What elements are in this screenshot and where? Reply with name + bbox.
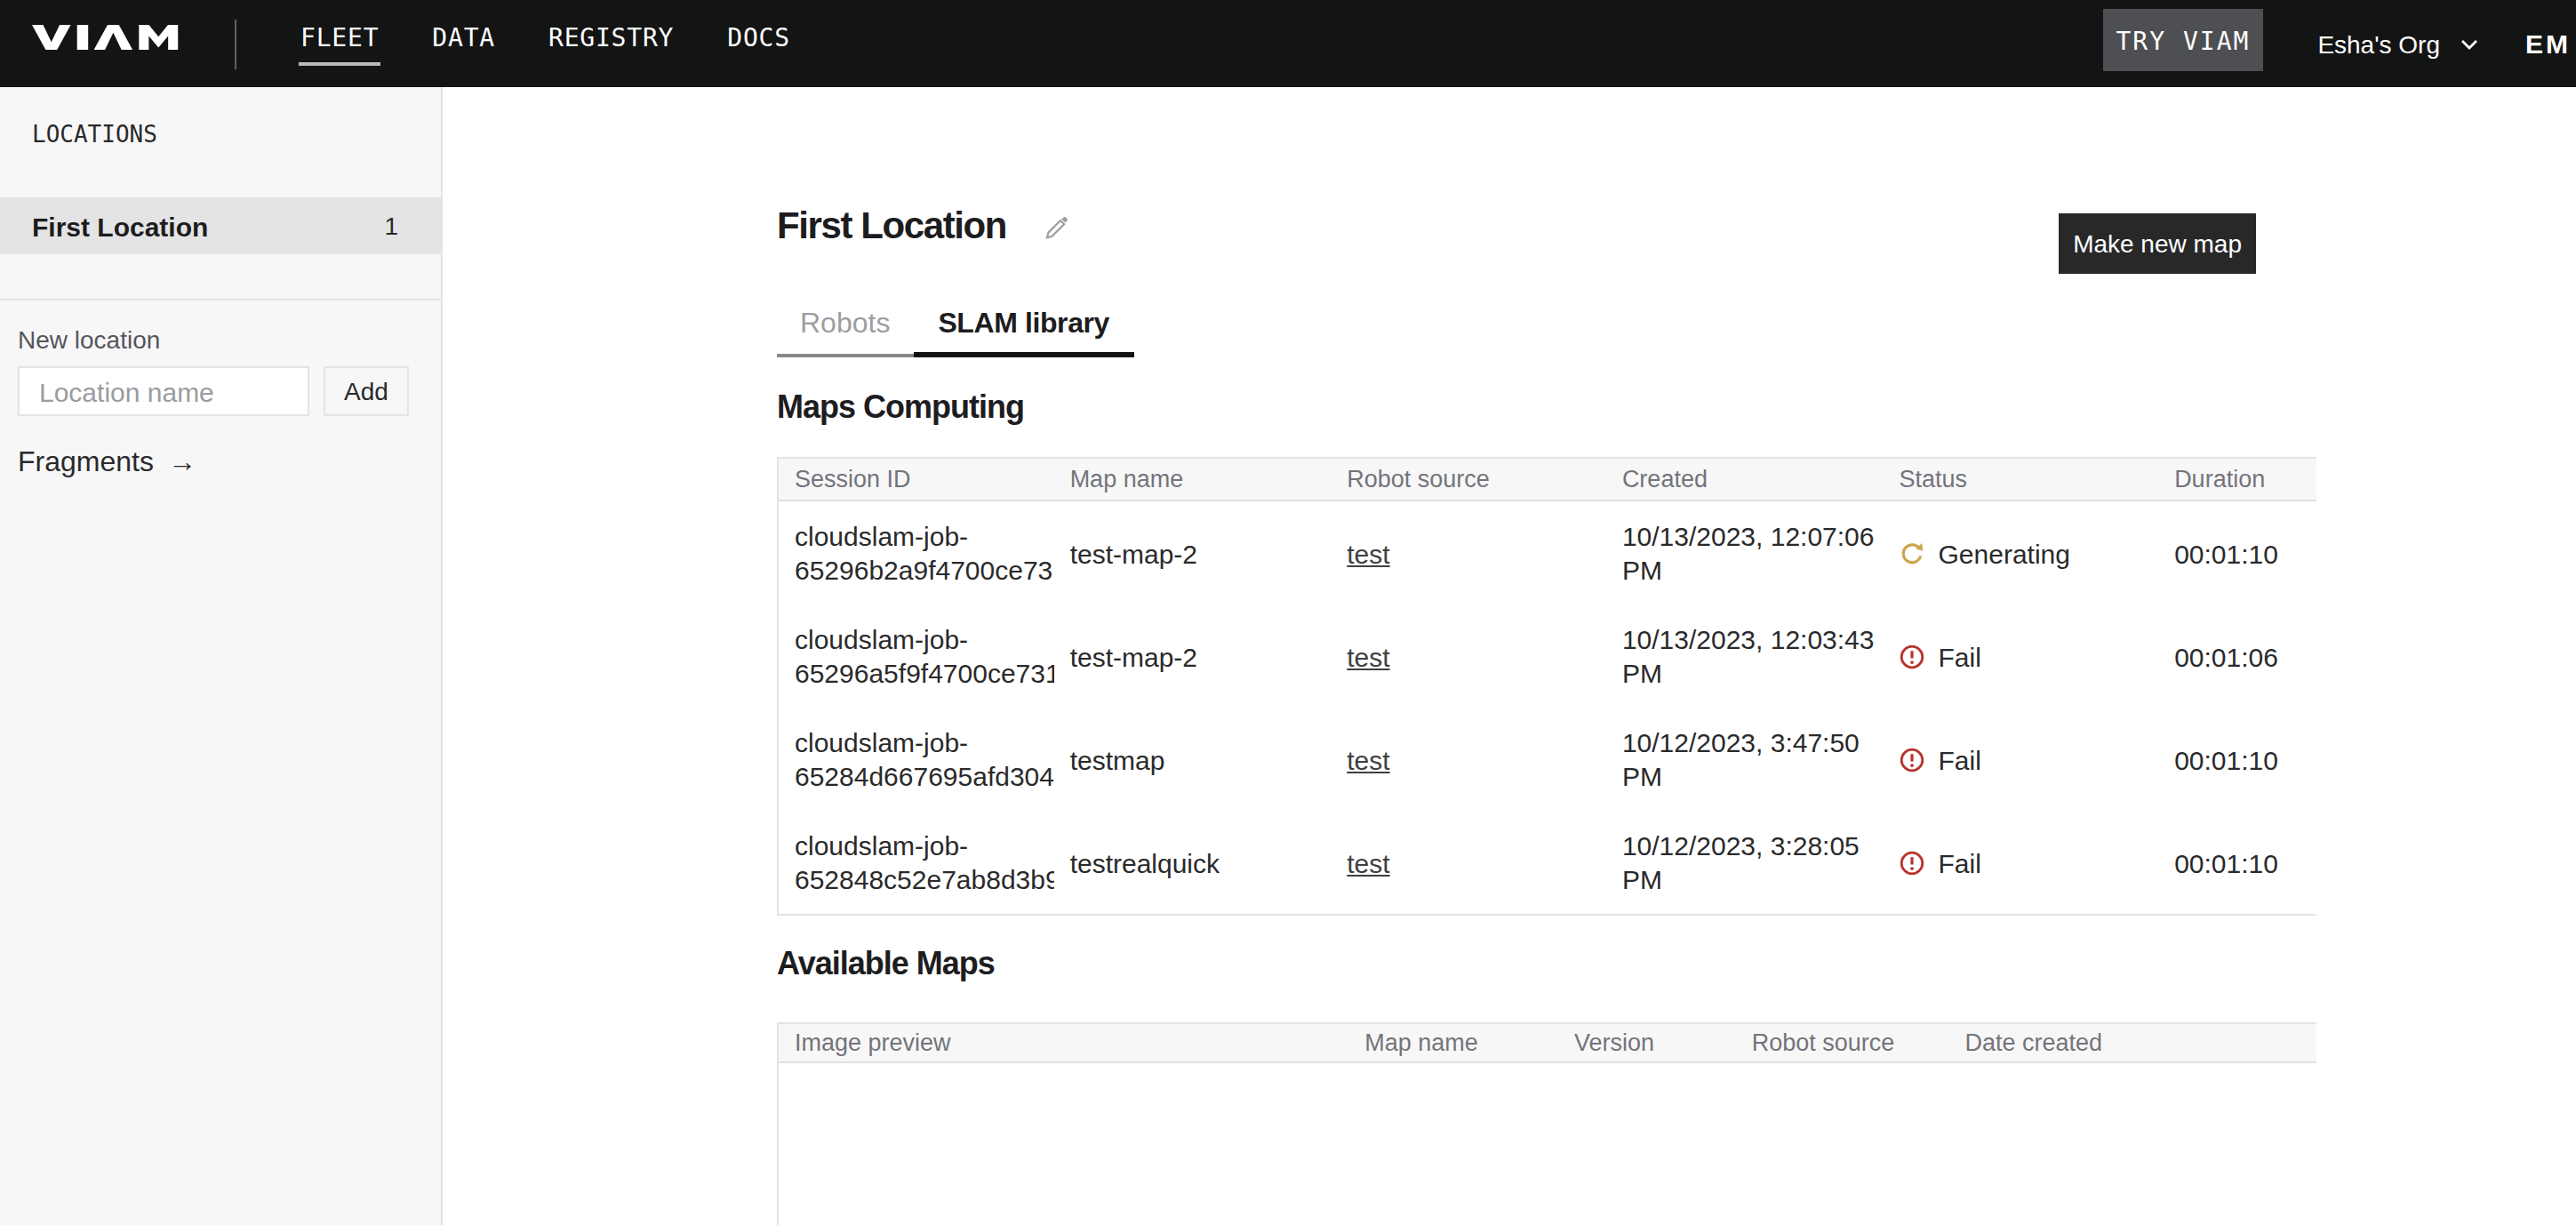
map-name: test-map-2 — [1054, 501, 1332, 604]
nav-right: TRY VIAM Esha's Org EM — [2104, 0, 2576, 87]
sidebar: LOCATIONS First Location 1 New location … — [0, 87, 443, 1225]
created-at: 10/12/2023, 3:28:05 PM — [1622, 829, 1884, 896]
fragments-link[interactable]: Fragments → — [18, 446, 196, 478]
map-name: testrealquick — [1054, 811, 1332, 914]
new-location-row: Add — [18, 366, 409, 416]
edit-icon[interactable] — [1044, 215, 1068, 240]
location-name: First Location — [32, 211, 208, 241]
table-row: cloudslam-job-65296b2a9f4700ce731 test-m… — [779, 501, 2316, 604]
tab-slam-library[interactable]: SLAM library — [913, 306, 1134, 357]
table-row: cloudslam-job-652848c52e7ab8d3b95 testre… — [779, 811, 2316, 914]
status-label: Fail — [1939, 744, 1981, 774]
fail-icon — [1900, 849, 1926, 876]
created-at: 10/12/2023, 3:47:50 PM — [1622, 725, 1884, 793]
session-id: cloudslam-job-65296a5f9f4700ce731 — [795, 622, 1054, 690]
status-label: Fail — [1939, 847, 1981, 877]
try-viam-button[interactable]: TRY VIAM — [2104, 9, 2263, 71]
duration: 00:01:06 — [2158, 604, 2316, 708]
status-label: Generating — [1939, 538, 2070, 568]
available-maps-header-row: Image preview Map name Version Robot sou… — [779, 1022, 2316, 1063]
fail-icon — [1900, 746, 1926, 773]
locations-heading: LOCATIONS — [32, 121, 157, 148]
nav-registry[interactable]: REGISTRY — [548, 23, 674, 52]
page: FLEET DATA REGISTRY DOCS TRY VIAM Esha's… — [0, 0, 2576, 1225]
location-name-input[interactable] — [18, 366, 309, 416]
location-count: 1 — [384, 212, 398, 240]
viam-logo[interactable] — [32, 25, 180, 50]
maps-computing-table: Session ID Map name Robot source Created… — [777, 457, 2316, 916]
robot-source-link[interactable]: test — [1347, 847, 1389, 877]
tab-robots[interactable]: Robots — [777, 306, 913, 357]
maps-computing-heading: Maps Computing — [777, 388, 2316, 428]
chevron-down-icon — [2460, 38, 2477, 49]
map-name: test-map-2 — [1054, 604, 1332, 708]
fail-icon — [1900, 643, 1926, 669]
session-id: cloudslam-job-652848c52e7ab8d3b95 — [795, 829, 1054, 896]
nav-docs[interactable]: DOCS — [727, 23, 790, 52]
duration: 00:01:10 — [2158, 811, 2316, 914]
new-location-label: New location — [18, 325, 160, 354]
duration: 00:01:10 — [2158, 501, 2316, 604]
maps-computing-header-row: Session ID Map name Robot source Created… — [779, 457, 2316, 501]
add-location-button[interactable]: Add — [324, 366, 409, 416]
org-menu[interactable]: Esha's Org — [2317, 29, 2477, 58]
org-name: Esha's Org — [2317, 29, 2440, 58]
sidebar-divider — [0, 299, 441, 300]
arrow-right-icon: → — [168, 446, 196, 476]
fragments-label: Fragments — [18, 446, 154, 476]
created-at: 10/13/2023, 12:03:43 PM — [1622, 622, 1884, 690]
available-maps-table: Image preview Map name Version Robot sou… — [777, 1022, 2316, 1225]
page-title: First Location — [777, 203, 1006, 249]
session-id: cloudslam-job-65284d667695afd304e — [795, 725, 1054, 793]
robot-source-link[interactable]: test — [1347, 641, 1389, 671]
created-at: 10/13/2023, 12:07:06 PM — [1622, 519, 1884, 587]
duration: 00:01:10 — [2158, 708, 2316, 811]
tabs: Robots SLAM library — [777, 306, 2316, 357]
primary-nav: FLEET DATA REGISTRY DOCS — [300, 23, 790, 52]
user-initials[interactable]: EM — [2525, 28, 2571, 59]
table-row: cloudslam-job-65284d667695afd304e testma… — [779, 708, 2316, 811]
robot-source-link[interactable]: test — [1347, 538, 1389, 568]
top-nav: FLEET DATA REGISTRY DOCS TRY VIAM Esha's… — [0, 0, 2576, 87]
nav-divider — [235, 19, 236, 68]
generating-icon — [1900, 540, 1926, 566]
map-name: testmap — [1054, 708, 1332, 811]
robot-source-link[interactable]: test — [1347, 744, 1389, 774]
session-id: cloudslam-job-65296b2a9f4700ce731 — [795, 519, 1054, 587]
sidebar-item-first-location[interactable]: First Location 1 — [0, 197, 441, 254]
main-content: First Location Make new map Robots SLAM … — [443, 87, 2576, 1225]
nav-data[interactable]: DATA — [432, 23, 495, 52]
available-maps-heading: Available Maps — [777, 944, 2316, 985]
status-label: Fail — [1939, 641, 1981, 671]
make-new-map-button[interactable]: Make new map — [2059, 213, 2256, 274]
nav-fleet[interactable]: FLEET — [300, 23, 379, 52]
table-row: cloudslam-job-65296a5f9f4700ce731 test-m… — [779, 604, 2316, 708]
